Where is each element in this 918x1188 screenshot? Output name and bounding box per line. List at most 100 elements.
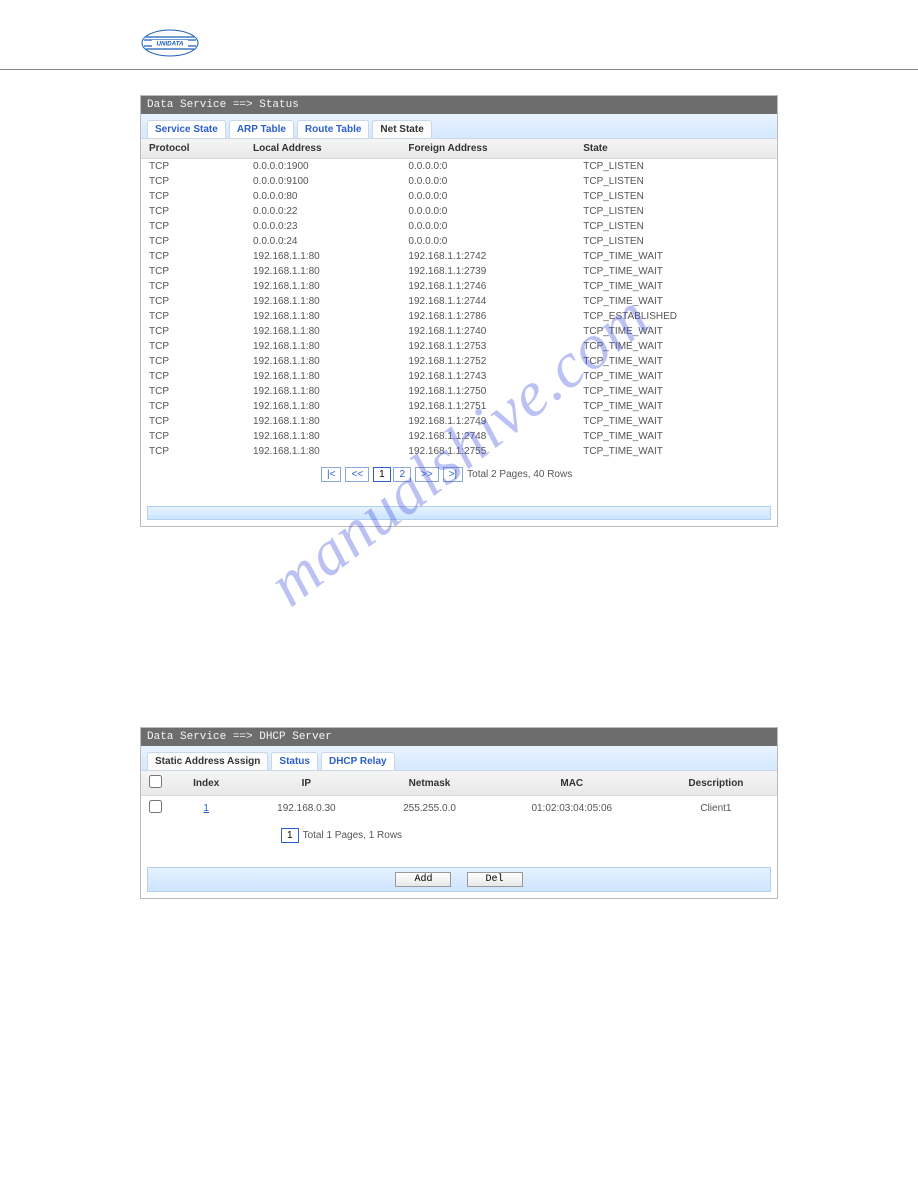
cell: TCP (141, 369, 245, 384)
cell: 192.168.1.1:2739 (400, 264, 575, 279)
select-all-checkbox[interactable] (149, 775, 162, 788)
pager-last-button[interactable]: >| (443, 467, 463, 482)
table-row: 1192.168.0.30255.255.0.001:02:03:04:05:0… (141, 796, 777, 821)
cell: TCP_TIME_WAIT (575, 264, 777, 279)
cell: 192.168.1.1:80 (245, 444, 400, 459)
cell: 192.168.1.1:80 (245, 429, 400, 444)
cell: TCP (141, 399, 245, 414)
tab-service-state[interactable]: Service State (147, 120, 226, 138)
status-tabs: Service StateARP TableRoute TableNet Sta… (141, 114, 777, 139)
cell: TCP_LISTEN (575, 219, 777, 234)
cell: 192.168.1.1:2744 (400, 294, 575, 309)
index-link[interactable]: 1 (203, 803, 209, 814)
pager-next-button[interactable]: >> (415, 467, 439, 482)
unidata-logo: UNIDATA (140, 28, 200, 58)
cell: 192.168.1.1:2742 (400, 249, 575, 264)
tab-dhcp-relay[interactable]: DHCP Relay (321, 752, 395, 770)
cell: 192.168.1.1:2750 (400, 384, 575, 399)
tab-status[interactable]: Status (271, 752, 318, 770)
table-row: TCP0.0.0.0:800.0.0.0:0TCP_LISTEN (141, 189, 777, 204)
cell: 192.168.1.1:2755 (400, 444, 575, 459)
cell: TCP (141, 204, 245, 219)
cell: TCP (141, 384, 245, 399)
cell: TCP_TIME_WAIT (575, 384, 777, 399)
cell: TCP_TIME_WAIT (575, 324, 777, 339)
cell: TCP (141, 264, 245, 279)
dhcp-pager-page[interactable]: 1 (281, 828, 299, 843)
status-panel-title: Data Service ==> Status (141, 96, 777, 114)
table-row: TCP192.168.1.1:80192.168.1.1:2751TCP_TIM… (141, 399, 777, 414)
cell: TCP (141, 234, 245, 249)
cell: 192.168.1.1:2748 (400, 429, 575, 444)
cell: 192.168.1.1:2752 (400, 354, 575, 369)
cell: 0.0.0.0:9100 (245, 174, 400, 189)
pager-first-button[interactable]: |< (321, 467, 341, 482)
cell: TCP_TIME_WAIT (575, 249, 777, 264)
cell: TCP_TIME_WAIT (575, 354, 777, 369)
del-button[interactable]: Del (467, 872, 523, 887)
dhcp-table: IndexIPNetmaskMACDescription 1192.168.0.… (141, 771, 777, 820)
cell: TCP (141, 174, 245, 189)
cell: TCP_TIME_WAIT (575, 339, 777, 354)
netstate-table: ProtocolLocal AddressForeign AddressStat… (141, 139, 777, 459)
col-ip: IP (242, 771, 370, 796)
cell: TCP_TIME_WAIT (575, 369, 777, 384)
cell: TCP (141, 444, 245, 459)
cell: TCP (141, 309, 245, 324)
col-netmask: Netmask (370, 771, 488, 796)
cell: TCP (141, 249, 245, 264)
cell: 192.168.1.1:80 (245, 414, 400, 429)
cell: 192.168.1.1:80 (245, 279, 400, 294)
cell: 0.0.0.0:0 (400, 234, 575, 249)
col-protocol: Protocol (141, 139, 245, 159)
add-button[interactable]: Add (395, 872, 451, 887)
cell: 192.168.1.1:80 (245, 369, 400, 384)
tab-net-state[interactable]: Net State (372, 120, 431, 138)
dhcp-pager: 1 Total 1 Pages, 1 Rows (141, 820, 777, 861)
cell: 192.168.1.1:2751 (400, 399, 575, 414)
cell: 192.168.1.1:2753 (400, 339, 575, 354)
cell: TCP (141, 324, 245, 339)
cell-mac: 01:02:03:04:05:06 (489, 796, 655, 821)
tab-static-address-assign[interactable]: Static Address Assign (147, 752, 268, 770)
cell: 192.168.1.1:80 (245, 324, 400, 339)
cell: TCP_TIME_WAIT (575, 414, 777, 429)
cell: 0.0.0.0:23 (245, 219, 400, 234)
table-row: TCP192.168.1.1:80192.168.1.1:2750TCP_TIM… (141, 384, 777, 399)
pager: |< << 1 2 >> >| Total 2 Pages, 40 Rows (141, 459, 777, 500)
col-local-address: Local Address (245, 139, 400, 159)
row-checkbox[interactable] (149, 800, 162, 813)
cell: 0.0.0.0:22 (245, 204, 400, 219)
cell: 192.168.1.1:2740 (400, 324, 575, 339)
cell: 192.168.1.1:80 (245, 354, 400, 369)
cell: TCP (141, 219, 245, 234)
pager-prev-button[interactable]: << (345, 467, 369, 482)
table-row: TCP0.0.0.0:19000.0.0.0:0TCP_LISTEN (141, 159, 777, 175)
table-row: TCP192.168.1.1:80192.168.1.1:2752TCP_TIM… (141, 354, 777, 369)
tab-arp-table[interactable]: ARP Table (229, 120, 294, 138)
cell-desc: Client1 (655, 796, 777, 821)
cell: TCP_LISTEN (575, 159, 777, 175)
cell: TCP_LISTEN (575, 234, 777, 249)
table-row: TCP192.168.1.1:80192.168.1.1:2740TCP_TIM… (141, 324, 777, 339)
pager-summary: Total 2 Pages, 40 Rows (467, 469, 572, 480)
col-mac: MAC (489, 771, 655, 796)
cell-netmask: 255.255.0.0 (370, 796, 488, 821)
pager-page-1[interactable]: 1 (373, 467, 391, 482)
table-row: TCP192.168.1.1:80192.168.1.1:2786TCP_EST… (141, 309, 777, 324)
cell: TCP (141, 429, 245, 444)
svg-text:UNIDATA: UNIDATA (157, 41, 184, 48)
tab-route-table[interactable]: Route Table (297, 120, 369, 138)
cell: TCP_LISTEN (575, 189, 777, 204)
cell: 0.0.0.0:0 (400, 204, 575, 219)
cell: TCP (141, 354, 245, 369)
cell: TCP (141, 189, 245, 204)
cell: TCP_LISTEN (575, 174, 777, 189)
cell: 192.168.1.1:80 (245, 339, 400, 354)
table-row: TCP192.168.1.1:80192.168.1.1:2748TCP_TIM… (141, 429, 777, 444)
dhcp-panel-title: Data Service ==> DHCP Server (141, 728, 777, 746)
table-row: TCP192.168.1.1:80192.168.1.1:2739TCP_TIM… (141, 264, 777, 279)
pager-page-2[interactable]: 2 (393, 467, 411, 482)
cell: TCP_TIME_WAIT (575, 279, 777, 294)
cell: 0.0.0.0:80 (245, 189, 400, 204)
